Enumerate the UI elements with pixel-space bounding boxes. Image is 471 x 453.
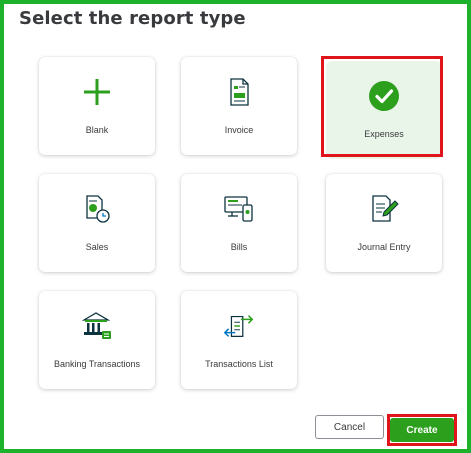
- journal-pen-icon: [367, 192, 401, 226]
- bank-building-icon: [80, 309, 114, 343]
- report-type-banking-transactions[interactable]: Banking Transactions: [39, 291, 155, 389]
- bills-monitor-phone-icon: [222, 192, 256, 226]
- report-type-label: Invoice: [224, 125, 254, 135]
- report-type-blank[interactable]: Blank: [39, 57, 155, 155]
- report-type-transactions-list[interactable]: Transactions List: [181, 291, 297, 389]
- cancel-button[interactable]: Cancel: [315, 415, 384, 439]
- plus-icon: [80, 75, 114, 109]
- sales-report-clock-icon: [80, 192, 114, 226]
- report-type-label: Journal Entry: [357, 242, 411, 252]
- report-type-label: Bills: [230, 242, 248, 252]
- checkmark-circle-icon: [367, 79, 401, 113]
- report-type-sales[interactable]: Sales: [39, 174, 155, 272]
- report-type-label: Transactions List: [205, 359, 273, 369]
- report-type-journal-entry[interactable]: Journal Entry: [326, 174, 442, 272]
- report-type-invoice[interactable]: Invoice: [181, 57, 297, 155]
- report-type-expenses[interactable]: Expenses: [326, 61, 442, 159]
- dialog-title: Select the report type: [19, 8, 246, 29]
- transactions-arrows-icon: [222, 309, 256, 343]
- report-type-label: Sales: [85, 242, 109, 252]
- invoice-document-icon: [222, 75, 256, 109]
- report-type-dialog: Select the report type Blank Invoice Exp…: [0, 0, 471, 453]
- create-button[interactable]: Create: [390, 418, 454, 442]
- report-type-label: Banking Transactions: [53, 359, 141, 369]
- report-type-label: Expenses: [364, 129, 404, 139]
- report-type-label: Blank: [85, 125, 109, 135]
- report-type-bills[interactable]: Bills: [181, 174, 297, 272]
